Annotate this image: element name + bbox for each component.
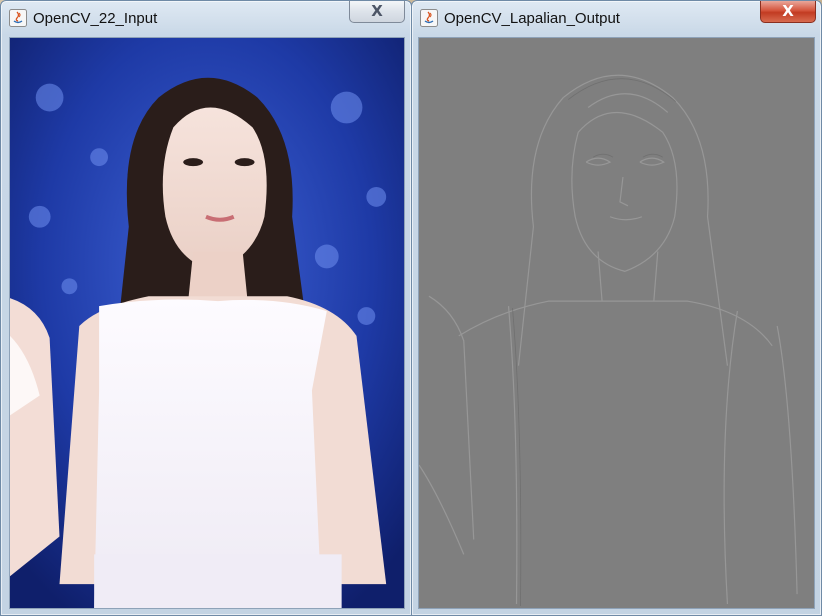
laplacian-output-image [419,38,814,608]
input-close-button[interactable]: X [349,1,405,23]
input-window[interactable]: OpenCV_22_Input X [0,0,412,616]
java-icon [420,9,438,27]
output-window-title: OpenCV_Lapalian_Output [444,10,620,27]
input-window-title: OpenCV_22_Input [33,10,158,27]
input-image-area [9,37,405,609]
input-photo [10,38,404,608]
close-icon: X [371,2,383,20]
output-window[interactable]: OpenCV_Lapalian_Output X [411,0,822,616]
desktop: OpenCV_22_Input X OpenCV_Lapalian_Output… [0,0,822,616]
java-icon [9,9,27,27]
output-image-area [418,37,815,609]
close-icon: X [782,2,794,20]
input-titlebar[interactable]: OpenCV_22_Input X [1,1,411,35]
output-close-button[interactable]: X [760,1,816,23]
output-titlebar[interactable]: OpenCV_Lapalian_Output X [412,1,821,35]
